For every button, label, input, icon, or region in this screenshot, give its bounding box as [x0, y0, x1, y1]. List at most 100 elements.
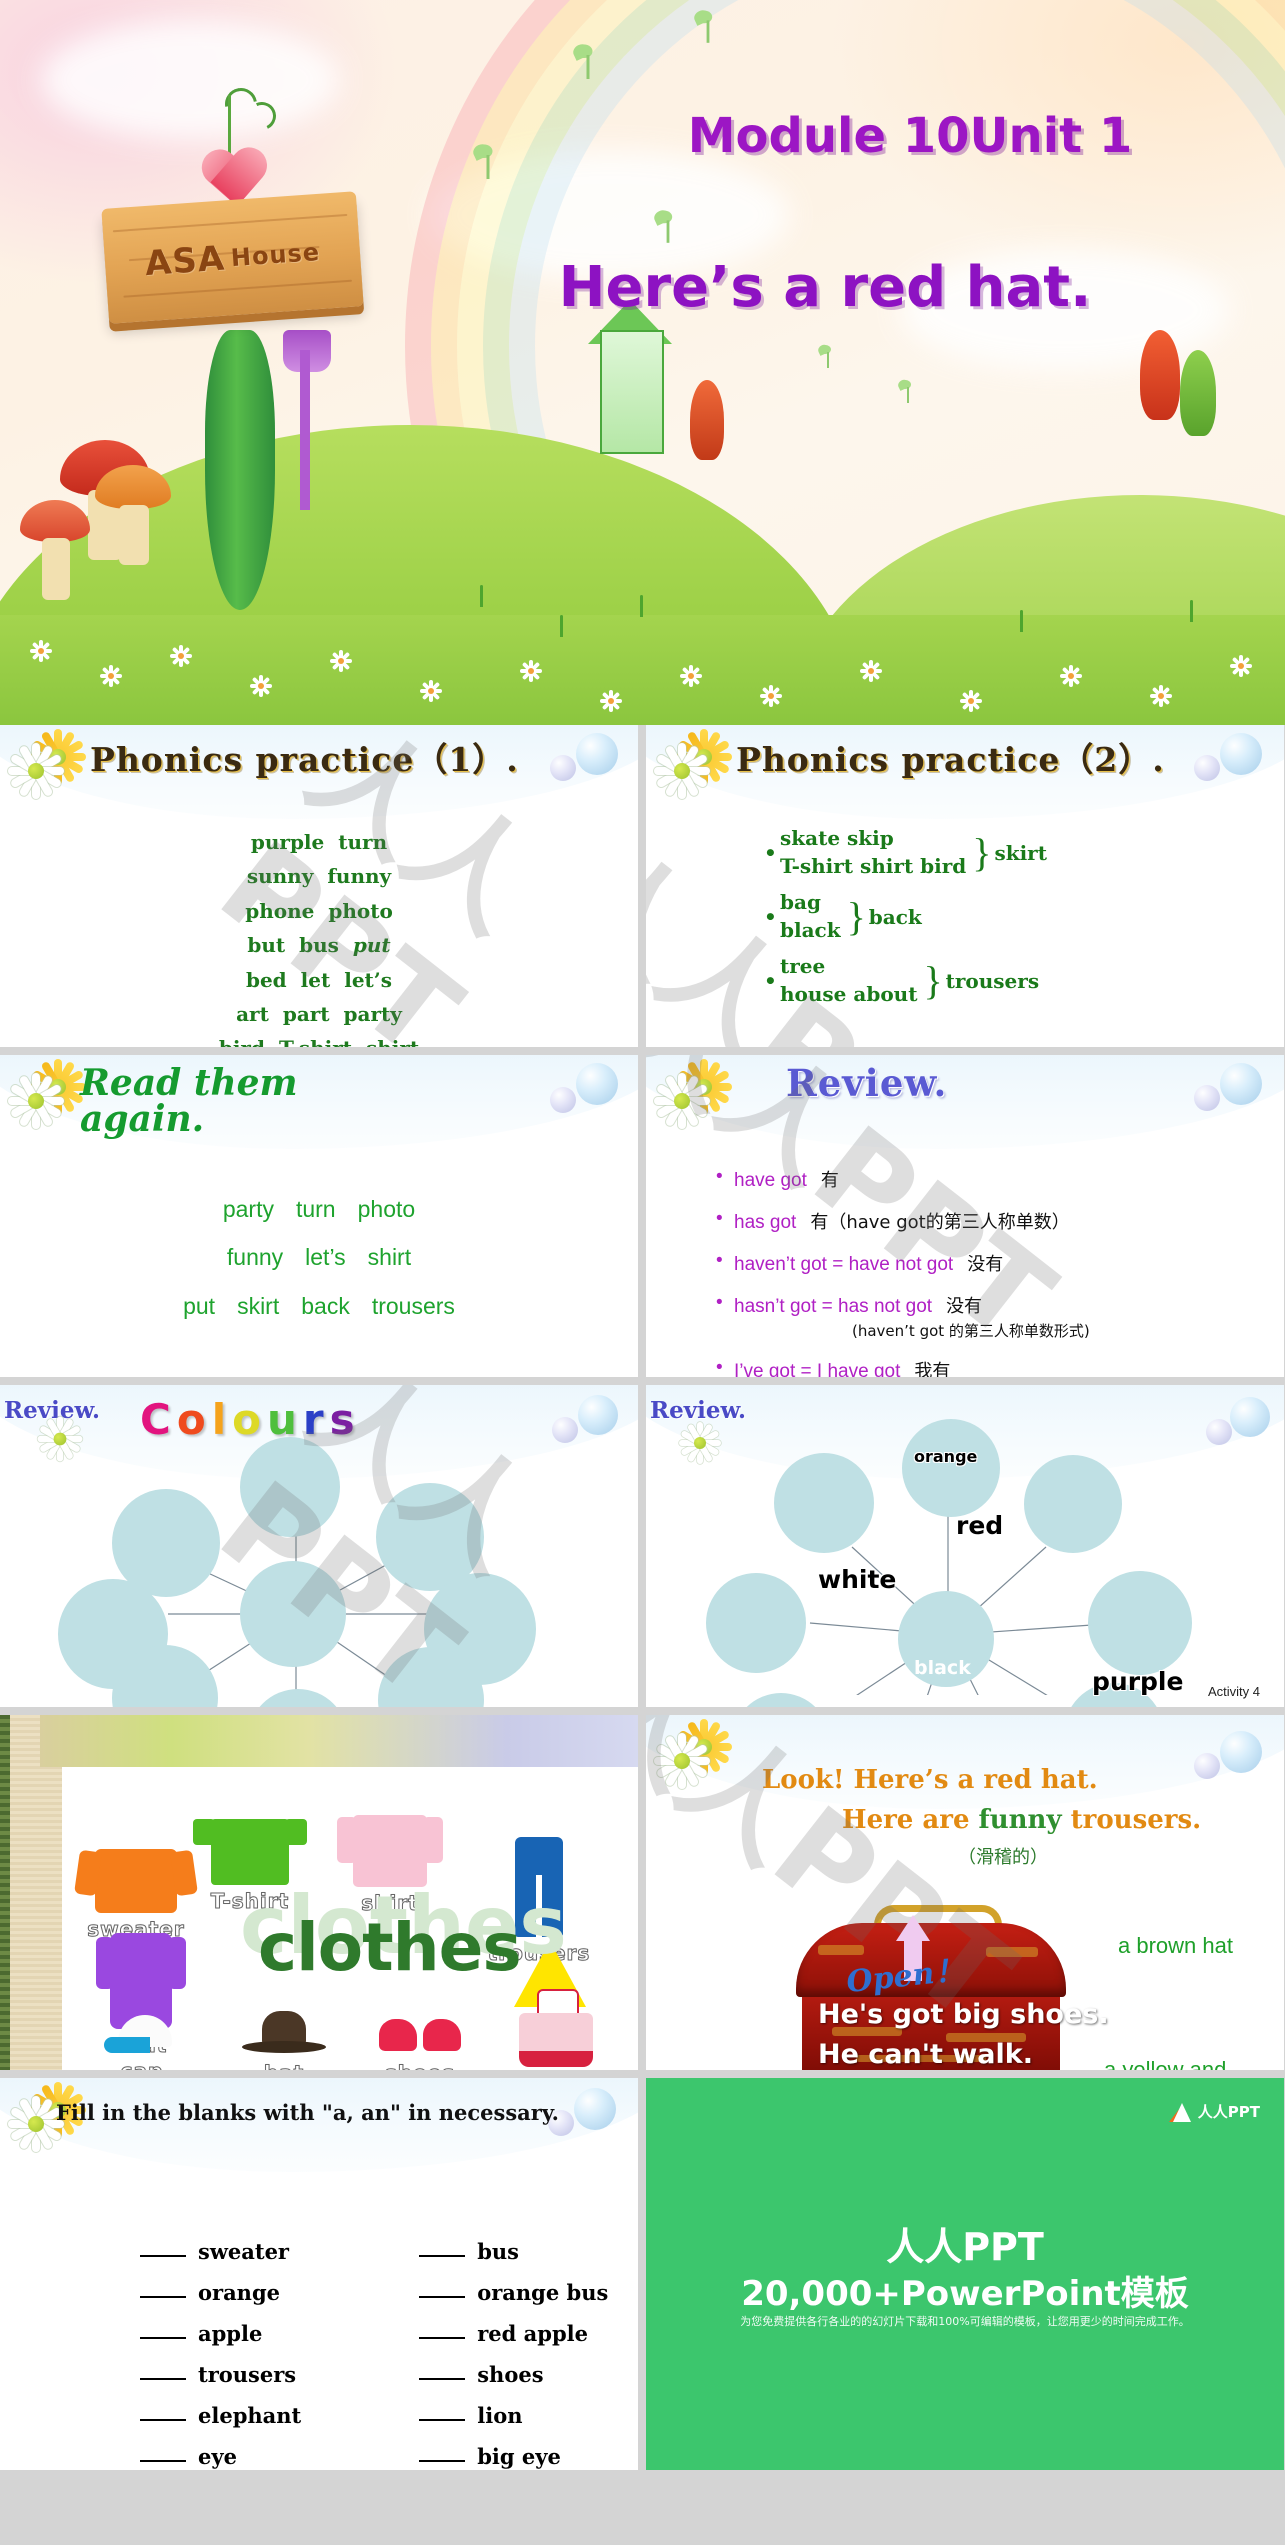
- grammar-note: (haven’t got 的第三人称单数形式): [852, 1322, 1090, 1340]
- grammar-en: haven’t got = have not got: [734, 1254, 954, 1275]
- list-item: have got 有: [716, 1166, 1090, 1192]
- ppt-preview-page: ASA House Module 10Unit 1 Here’s a red h…: [0, 0, 1285, 2545]
- look-line2-highlight: funny: [978, 1805, 1062, 1835]
- node-white[interactable]: [774, 1453, 874, 1553]
- item-word: red apple: [477, 2321, 588, 2346]
- blank-input[interactable]: [419, 2296, 466, 2298]
- clothes-card: clothes clothes T-shirt shirt trousers s…: [62, 1767, 638, 2070]
- word-row: bed let let’s: [245, 967, 393, 992]
- bubble-icon: [574, 2088, 616, 2130]
- slide-row: 人人PPT Phonics practice（1）. purple turn su…: [0, 725, 1285, 1047]
- list-item: has got 有（have got的第三人称单数）: [716, 1208, 1090, 1234]
- grammar-cn: 没有: [946, 1296, 983, 1317]
- cloud: [40, 20, 340, 140]
- blank-input[interactable]: [419, 2419, 466, 2421]
- item-label: hat: [226, 2061, 342, 2071]
- look-line2-pre: Here are: [842, 1805, 979, 1835]
- bullet-icon: •: [764, 968, 777, 993]
- item-word: apple: [198, 2321, 263, 2346]
- clothes-item-dress[interactable]: dress: [498, 1989, 614, 2070]
- blank-input[interactable]: [140, 2337, 186, 2339]
- node-center[interactable]: [240, 1561, 346, 1667]
- blank-input[interactable]: [419, 2460, 466, 2462]
- look-line-2-chinese: （滑稽的）: [958, 1847, 1048, 1868]
- brand-logo: 人人PPT: [1168, 2100, 1260, 2122]
- list-item: trousers: [140, 2362, 301, 2387]
- node-orange[interactable]: [902, 1419, 1000, 1517]
- node-red[interactable]: [1024, 1455, 1122, 1553]
- bubble-icon: [552, 1417, 578, 1443]
- sprout-icon: [652, 207, 679, 243]
- bullet-icon: •: [764, 904, 777, 929]
- look-line-1: Look! Here’s a red hat.: [762, 1765, 1098, 1795]
- slide-title: Fill in the blanks with "a, an" in neces…: [56, 2100, 559, 2125]
- slide-look-heres-a-red-hat[interactable]: 人人PPT Look! Here’s a red hat. Here are f…: [646, 1715, 1284, 2070]
- slide-row: Fill in the blanks with "a, an" in neces…: [0, 2078, 1285, 2470]
- hero-subtitle: Here’s a red hat.: [558, 255, 1092, 320]
- node-blank-left[interactable]: [706, 1573, 806, 1673]
- phonics1-word-list: purple turn sunny funny phone photo but bus p…: [0, 825, 638, 1047]
- list-item: red apple: [419, 2321, 608, 2346]
- sprout-icon: [570, 41, 600, 79]
- slide-title: Phonics practice（2）.: [736, 740, 1165, 779]
- activity-label: Activity 4: [1207, 1684, 1260, 1699]
- blank-input[interactable]: [140, 2460, 186, 2462]
- slide-fill-in-the-blanks[interactable]: Fill in the blanks with "a, an" in neces…: [0, 2078, 638, 2470]
- item-word: big eye: [477, 2444, 561, 2469]
- slide-colours-blank[interactable]: Review. 人人PPT Colours: [0, 1385, 638, 1707]
- node[interactable]: [240, 1437, 340, 1537]
- slide-phonics-practice-1[interactable]: 人人PPT Phonics practice（1）. purple turn su…: [0, 725, 638, 1047]
- mushroom: [95, 465, 171, 565]
- list-item: elephant: [140, 2403, 301, 2428]
- bubble-icon: [576, 1063, 618, 1105]
- node-blank-bl[interactable]: [732, 1693, 830, 1707]
- phonics-group: • bag black } back: [764, 889, 1047, 944]
- sprout-icon: [692, 7, 719, 43]
- slide-review-grammar[interactable]: 人人PPT Review. have got有 has got有（have go…: [646, 1055, 1284, 1377]
- slide-brand[interactable]: 人人PPT 人人PPT 20,000+PowerPoint模板 为您免费提供各行…: [646, 2078, 1284, 2470]
- word-row: purple turn: [250, 830, 388, 854]
- bubble-icon: [1220, 733, 1262, 775]
- white-line-2: He can't walk.: [818, 2039, 1033, 2070]
- list-item: orange bus: [419, 2280, 608, 2305]
- blank-input[interactable]: [140, 2255, 186, 2257]
- bubble-icon: [1220, 1063, 1262, 1105]
- slide-grid: 人人PPT Phonics practice（1）. purple turn su…: [0, 725, 1285, 2478]
- blank-input[interactable]: [419, 2255, 466, 2257]
- clothes-item-shoes[interactable]: shoes: [362, 2013, 478, 2070]
- brace-icon: }: [846, 893, 866, 939]
- sprout-icon: [896, 378, 916, 403]
- blank-input[interactable]: [140, 2296, 186, 2298]
- blank-input[interactable]: [419, 2337, 466, 2339]
- word-row: but bus put: [247, 933, 391, 958]
- phonics2-groups: • skate skip T-shirt shirt bird } skirt …: [764, 825, 1047, 1018]
- blank-input[interactable]: [140, 2419, 186, 2421]
- blank-input[interactable]: [419, 2378, 466, 2380]
- slide-clothes[interactable]: clothes clothes T-shirt shirt trousers s…: [0, 1715, 638, 2070]
- clothes-item-sweater[interactable]: sweater: [76, 1849, 196, 1942]
- clothes-item-hat[interactable]: hat: [226, 2011, 342, 2070]
- hat-icon: [242, 2011, 326, 2057]
- top-banner: [40, 1715, 638, 1767]
- group-line-1: tree: [780, 954, 826, 979]
- colours-title: Colours: [140, 1395, 361, 1444]
- node-label-white: white: [818, 1565, 897, 1594]
- node-center-label: black: [914, 1657, 971, 1679]
- item-word: sweater: [198, 2239, 289, 2264]
- slide-phonics-practice-2[interactable]: 人人PPT Phonics practice（2）. • skate skip …: [646, 725, 1284, 1047]
- slide-title: Review.: [786, 1061, 948, 1105]
- node-purple[interactable]: [1088, 1571, 1192, 1675]
- shirt-icon: [337, 1815, 443, 1887]
- grass-base: [0, 615, 1285, 725]
- list-item: shoes: [419, 2362, 608, 2387]
- slide-read-them-again[interactable]: Read them again. party turn photo funny let…: [0, 1055, 638, 1377]
- label-brown-hat: a brown hat: [1118, 1933, 1233, 1958]
- slide-row: Read them again. party turn photo funny let…: [0, 1055, 1285, 1377]
- slide-colours-filled[interactable]: Review. black orange white red purple Ac…: [646, 1385, 1284, 1707]
- sign-main-text: ASA: [143, 238, 227, 284]
- list-item: apple: [140, 2321, 301, 2346]
- bubble-icon: [1194, 755, 1220, 781]
- blank-input[interactable]: [140, 2378, 186, 2380]
- clothes-item-cap[interactable]: cap: [84, 2015, 200, 2070]
- group-result: trousers: [945, 968, 1040, 993]
